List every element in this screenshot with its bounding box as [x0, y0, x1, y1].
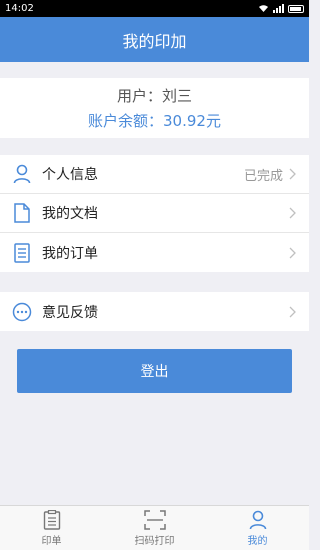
battery-icon — [288, 4, 304, 13]
page-title: 我的印加 — [122, 31, 187, 51]
chevron-right-icon — [289, 305, 299, 319]
tab-mine[interactable]: 我的 — [206, 506, 309, 550]
tab-label: 扫码打印 — [134, 535, 175, 547]
clipboard-icon — [43, 509, 60, 530]
status-time: 14:02 — [5, 3, 34, 14]
menu-item-label: 我的订单 — [42, 245, 98, 262]
tab-label: 印单 — [41, 535, 62, 547]
list-icon — [12, 242, 32, 264]
menu-item-orders[interactable]: 我的订单 — [0, 233, 309, 272]
chevron-right-icon — [289, 167, 299, 181]
tab-scan-print[interactable]: 扫码打印 — [103, 506, 206, 550]
signal-icon — [273, 4, 284, 13]
menu-item-feedback[interactable]: 意见反馈 — [0, 292, 309, 331]
menu-item-documents[interactable]: 我的文档 — [0, 194, 309, 233]
tab-bar: 印单 扫码打印 我的 — [0, 505, 309, 550]
chevron-right-icon — [289, 206, 299, 220]
account-summary: 用户：刘三 账户余额：30.92元 — [0, 78, 309, 138]
menu-item-profile[interactable]: 个人信息 已完成 — [0, 155, 309, 194]
user-icon — [12, 163, 32, 185]
menu-group: 个人信息 已完成 我的文档 我的订单 — [0, 155, 309, 272]
chevron-right-icon — [289, 246, 299, 260]
profile-status: 已完成 — [243, 168, 283, 184]
tab-orders[interactable]: 印单 — [0, 506, 103, 550]
logout-button[interactable]: 登出 — [17, 349, 292, 393]
status-bar: 14:02 — [0, 0, 309, 17]
feedback-group: 意见反馈 — [0, 292, 309, 331]
tab-label: 我的 — [247, 535, 268, 547]
user-name: 用户：刘三 — [116, 87, 192, 105]
wifi-icon — [259, 5, 268, 12]
account-balance: 账户余额：30.92元 — [88, 112, 221, 130]
chat-icon — [12, 301, 32, 323]
nav-bar: 我的印加 — [0, 17, 309, 62]
document-icon — [12, 202, 32, 224]
scan-icon — [143, 509, 166, 530]
status-icons — [258, 4, 304, 13]
person-icon — [249, 510, 266, 529]
menu-item-label: 个人信息 — [42, 167, 98, 183]
menu-item-label: 我的文档 — [42, 206, 98, 222]
menu-item-label: 意见反馈 — [42, 304, 98, 321]
